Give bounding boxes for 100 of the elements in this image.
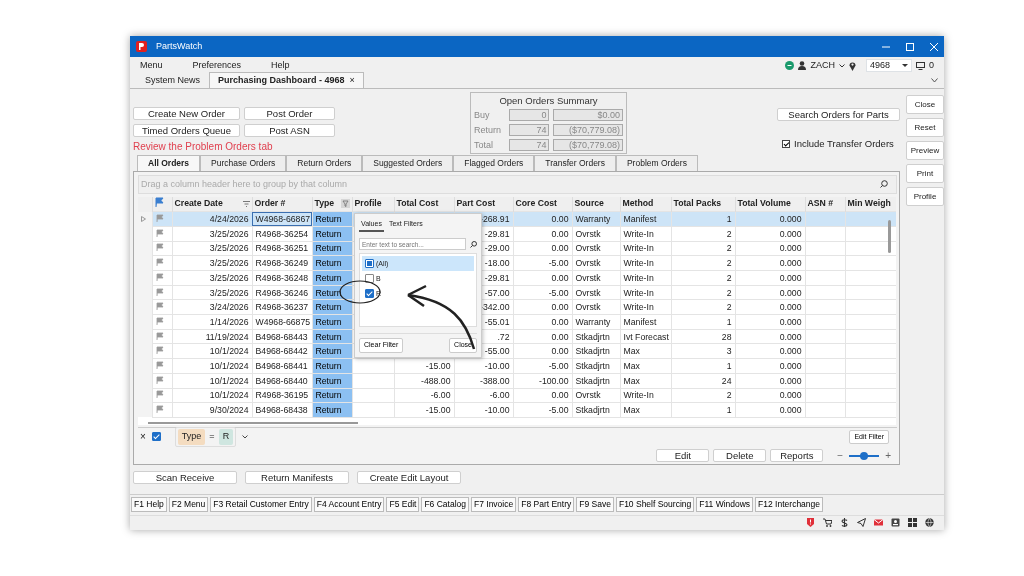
mail-icon[interactable] xyxy=(874,518,883,528)
globe-icon[interactable] xyxy=(925,518,934,528)
column-header[interactable]: Total Cost xyxy=(396,197,452,211)
close-icon[interactable] xyxy=(930,42,938,51)
column-header[interactable]: Create Date xyxy=(174,197,250,211)
action-button[interactable]: Create Edit Layout xyxy=(357,470,461,484)
chevron-down-icon[interactable] xyxy=(242,434,249,439)
dollar-icon[interactable] xyxy=(840,518,849,528)
action-button[interactable]: Scan Receive xyxy=(133,470,237,484)
side-button[interactable]: Profile xyxy=(906,187,944,206)
scrollbar[interactable] xyxy=(888,219,891,253)
function-key[interactable]: F9 Save xyxy=(576,497,614,512)
order-tab[interactable]: Return Orders xyxy=(286,155,363,171)
column-header[interactable]: Profile xyxy=(354,197,392,211)
table-cell: 10/1/2024 xyxy=(172,343,252,359)
grid-button[interactable]: Delete xyxy=(713,449,767,463)
order-tab[interactable]: Transfer Orders xyxy=(534,155,616,171)
include-transfer-checkbox[interactable] xyxy=(782,140,790,149)
checkbox[interactable] xyxy=(365,259,374,269)
table-cell: 0.000 xyxy=(735,299,805,315)
side-button[interactable]: Reset xyxy=(906,118,944,137)
function-key[interactable]: F6 Catalog xyxy=(421,497,469,512)
function-key[interactable]: F12 Interchange xyxy=(755,497,823,512)
filter-icon[interactable] xyxy=(340,199,350,209)
table-cell: 3/25/2026 xyxy=(172,255,252,271)
column-header[interactable]: Total Volume xyxy=(737,197,803,211)
menu-item[interactable]: Help xyxy=(271,58,290,73)
maximize-icon[interactable] xyxy=(906,42,914,51)
user-menu[interactable]: ZACH xyxy=(810,58,835,73)
side-button[interactable]: Print xyxy=(906,164,944,183)
function-key[interactable]: F10 Shelf Sourcing xyxy=(615,497,695,512)
column-header[interactable]: Source xyxy=(574,197,618,211)
table-cell: 0.000 xyxy=(735,314,805,330)
column-header[interactable]: Method xyxy=(622,197,669,211)
order-tab[interactable]: Flagged Orders xyxy=(453,155,535,171)
user-icon xyxy=(798,61,807,70)
checkbox[interactable] xyxy=(365,274,374,284)
search-icon[interactable] xyxy=(470,240,477,248)
column-header[interactable]: Min Weigh xyxy=(847,197,894,211)
column-header[interactable]: Type xyxy=(314,197,350,211)
order-tab[interactable]: Suggested Orders xyxy=(362,155,454,171)
table-cell: Return xyxy=(315,228,342,239)
id-card-icon[interactable] xyxy=(891,518,900,528)
zoom-slider[interactable] xyxy=(849,454,880,457)
action-button[interactable]: Post Order xyxy=(244,107,335,120)
search-orders-button[interactable]: Search Orders for Parts xyxy=(777,108,900,121)
zoom-out-button[interactable]: − xyxy=(837,448,844,464)
document-tab[interactable]: System News xyxy=(136,71,209,88)
app-logo-icon xyxy=(136,41,147,52)
table-cell: -5.00 xyxy=(513,285,572,300)
column-header[interactable]: Core Cost xyxy=(515,197,570,211)
scrollbar[interactable] xyxy=(148,421,358,424)
count-field: 74 xyxy=(508,139,550,152)
action-button[interactable]: Timed Orders Queue xyxy=(133,124,240,137)
action-button[interactable]: Post ASN xyxy=(244,124,335,137)
column-header[interactable]: Total Packs xyxy=(673,197,733,211)
tab-close-button[interactable]: × xyxy=(349,73,355,88)
search-icon[interactable] xyxy=(880,180,888,189)
action-button[interactable]: Create New Order xyxy=(133,107,240,120)
cart-icon[interactable] xyxy=(823,518,832,528)
table-cell: Max xyxy=(620,402,671,418)
order-tab[interactable]: Problem Orders xyxy=(615,155,698,171)
table-cell: Ovrstk xyxy=(572,270,620,286)
function-key[interactable]: F1 Help xyxy=(131,497,167,512)
function-key[interactable]: F8 Part Entry xyxy=(518,497,575,512)
action-button[interactable]: Return Manifests xyxy=(245,470,349,484)
store-select[interactable]: 4968 xyxy=(866,59,912,72)
zoom-in-button[interactable]: + xyxy=(885,448,891,464)
checkbox[interactable] xyxy=(365,289,374,299)
send-icon[interactable] xyxy=(857,518,866,528)
amount-field: $0.00 xyxy=(553,109,623,122)
function-key[interactable]: F4 Account Entry xyxy=(313,497,385,512)
table-cell: 28 xyxy=(671,329,735,344)
alert-icon[interactable] xyxy=(806,518,815,528)
filter-expression[interactable]: Type = R xyxy=(174,427,237,447)
table-cell: 0.00 xyxy=(513,314,572,330)
order-tab[interactable]: All Orders xyxy=(137,155,201,171)
function-key[interactable]: F3 Retail Customer Entry xyxy=(210,497,312,512)
menu-item[interactable]: Menu xyxy=(140,58,163,73)
order-tab[interactable]: Purchase Orders xyxy=(200,155,287,171)
function-key[interactable]: F5 Edit xyxy=(386,497,420,512)
filter-checkbox[interactable] xyxy=(151,432,161,442)
column-header[interactable]: Order # xyxy=(254,197,310,211)
table-cell: 3/25/2026 xyxy=(172,241,252,256)
menu-item[interactable]: Preferences xyxy=(192,58,242,73)
function-key[interactable]: F11 Windows xyxy=(696,497,754,512)
column-header[interactable]: ASN # xyxy=(807,197,843,211)
column-header[interactable]: Part Cost xyxy=(456,197,511,211)
side-button[interactable]: Preview xyxy=(906,141,944,160)
side-button[interactable]: Close xyxy=(906,95,944,114)
clear-filter-button[interactable]: × xyxy=(140,429,146,445)
grid-button[interactable]: Reports xyxy=(770,449,824,463)
sort-icon[interactable] xyxy=(242,201,250,207)
grid-button[interactable]: Edit xyxy=(656,449,710,463)
function-key[interactable]: F2 Menu xyxy=(168,497,209,512)
slider-thumb[interactable] xyxy=(860,451,869,460)
function-key[interactable]: F7 Invoice xyxy=(471,497,517,512)
location-pin-icon xyxy=(849,60,856,71)
table-cell: 0.000 xyxy=(735,255,805,271)
grid-icon[interactable] xyxy=(908,518,917,528)
